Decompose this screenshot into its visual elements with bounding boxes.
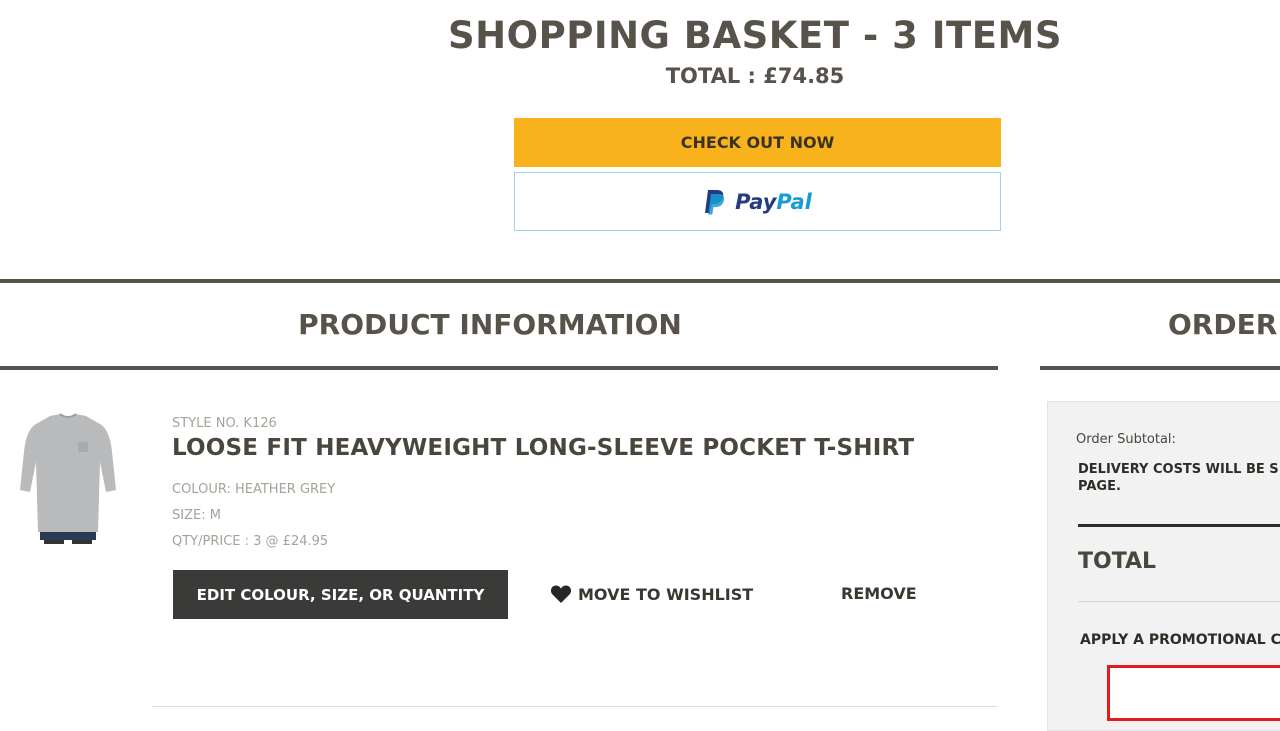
product-thumbnail[interactable] bbox=[16, 412, 120, 546]
order-subtotal-label: Order Subtotal: bbox=[1076, 432, 1176, 447]
paypal-wordmark: PayPal bbox=[735, 190, 812, 214]
checkout-now-button[interactable]: CHECK OUT NOW bbox=[514, 118, 1001, 167]
product-information-heading: PRODUCT INFORMATION bbox=[298, 308, 682, 341]
long-sleeve-t-shirt-icon bbox=[20, 413, 116, 544]
paypal-wordmark-pal: Pal bbox=[776, 189, 812, 214]
order-summary-heading: ORDER S bbox=[1168, 308, 1280, 341]
paypal-wordmark-pay: Pay bbox=[735, 189, 777, 214]
heart-icon bbox=[550, 585, 572, 603]
summary-column-divider bbox=[1040, 366, 1280, 370]
paypal-button[interactable]: PayPal bbox=[514, 172, 1001, 231]
delivery-costs-note: DELIVERY COSTS WILL BE S PAGE. bbox=[1078, 462, 1279, 494]
product-size: SIZE: M bbox=[172, 508, 221, 523]
top-divider bbox=[0, 279, 1280, 283]
summary-total-label: TOTAL bbox=[1078, 549, 1157, 574]
product-qty-price: QTY/PRICE : 3 @ £24.95 bbox=[172, 534, 329, 549]
basket-title: SHOPPING BASKET - 3 ITEMS bbox=[448, 14, 1062, 57]
product-style-number: STYLE NO. K126 bbox=[172, 416, 277, 431]
move-to-wishlist-label: MOVE TO WISHLIST bbox=[578, 584, 754, 604]
paypal-logo-icon bbox=[705, 189, 725, 214]
edit-item-button[interactable]: EDIT COLOUR, SIZE, OR QUANTITY bbox=[173, 570, 508, 619]
summary-divider-light bbox=[1078, 601, 1280, 602]
promo-code-input[interactable] bbox=[1107, 665, 1280, 721]
product-row-divider bbox=[152, 706, 997, 707]
product-name[interactable]: LOOSE FIT HEAVYWEIGHT LONG-SLEEVE POCKET… bbox=[172, 435, 914, 461]
remove-item-link[interactable]: REMOVE bbox=[841, 584, 917, 603]
product-colour: COLOUR: HEATHER GREY bbox=[172, 482, 336, 497]
move-to-wishlist-link[interactable]: MOVE TO WISHLIST bbox=[550, 584, 753, 604]
product-column-divider bbox=[0, 366, 998, 370]
promo-code-label: APPLY A PROMOTIONAL C bbox=[1080, 632, 1280, 648]
basket-total: TOTAL : £74.85 bbox=[665, 64, 845, 88]
summary-divider-dark bbox=[1078, 524, 1280, 527]
